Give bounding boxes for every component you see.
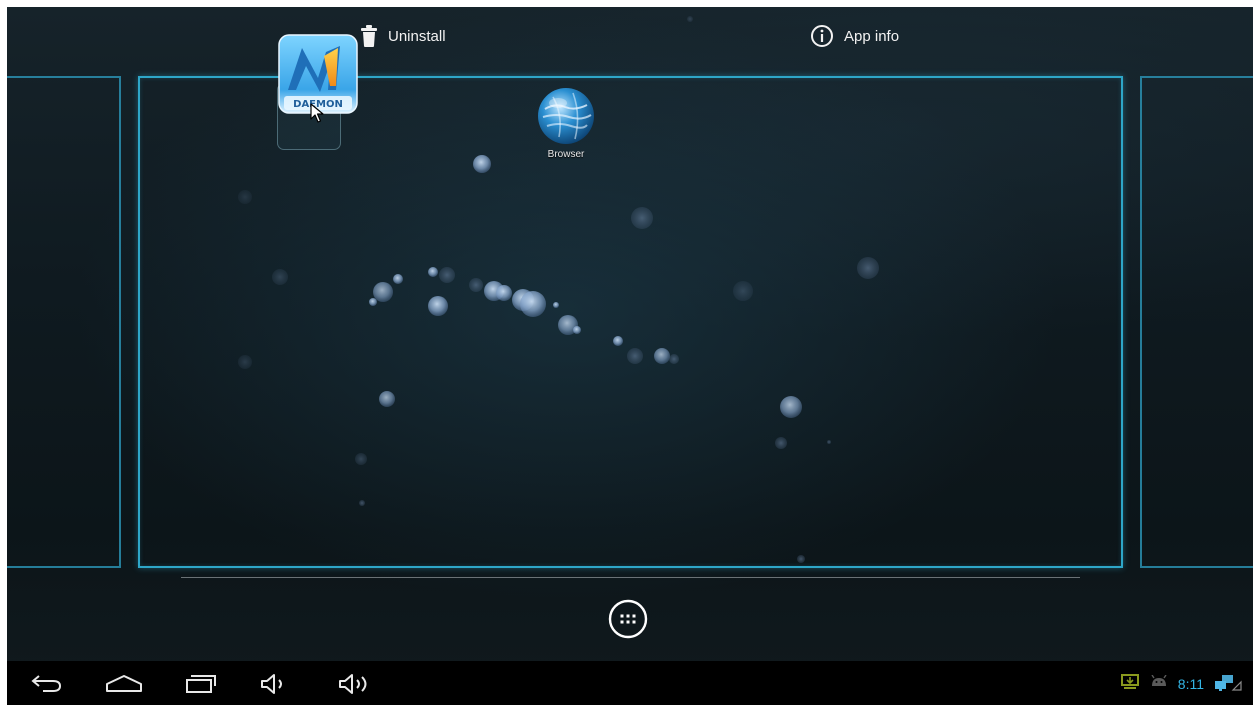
usb-debug-icon	[1120, 673, 1140, 696]
drop-target-bar: Uninstall App info	[7, 7, 1253, 67]
uninstall-label: Uninstall	[388, 27, 446, 45]
android-launcher-screen: Uninstall App info Browser DAEMON 8:11	[7, 7, 1253, 705]
dock-divider	[181, 577, 1080, 578]
status-clock: 8:11	[1177, 676, 1204, 692]
all-apps-button[interactable]	[608, 599, 648, 639]
browser-app-label: Browser	[547, 149, 585, 160]
home-icon[interactable]	[104, 672, 144, 699]
workspace-preview-left[interactable]	[7, 76, 121, 568]
mouse-cursor-icon	[310, 103, 324, 123]
app-info-label: App info	[844, 27, 900, 45]
grid-dots-icon	[608, 599, 648, 643]
info-circle-icon	[810, 24, 834, 48]
trash-icon	[360, 24, 378, 48]
volume-up-icon[interactable]	[337, 672, 373, 701]
network-icon	[1214, 672, 1242, 697]
dragged-app-shortcut[interactable]: DAEMON	[278, 34, 358, 114]
app-info-drop-target[interactable]: App info	[810, 21, 899, 51]
volume-down-icon[interactable]	[259, 672, 291, 701]
recents-icon[interactable]	[183, 672, 219, 699]
globe-icon	[533, 85, 599, 147]
uninstall-drop-target[interactable]: Uninstall	[360, 21, 446, 51]
browser-app-shortcut[interactable]: Browser	[533, 85, 599, 160]
android-icon	[1150, 674, 1168, 694]
workspace-preview-right[interactable]	[1140, 76, 1253, 568]
back-icon[interactable]	[29, 672, 65, 699]
system-navigation-bar: 8:11	[7, 661, 1253, 705]
status-area[interactable]: 8:11	[1120, 673, 1242, 695]
